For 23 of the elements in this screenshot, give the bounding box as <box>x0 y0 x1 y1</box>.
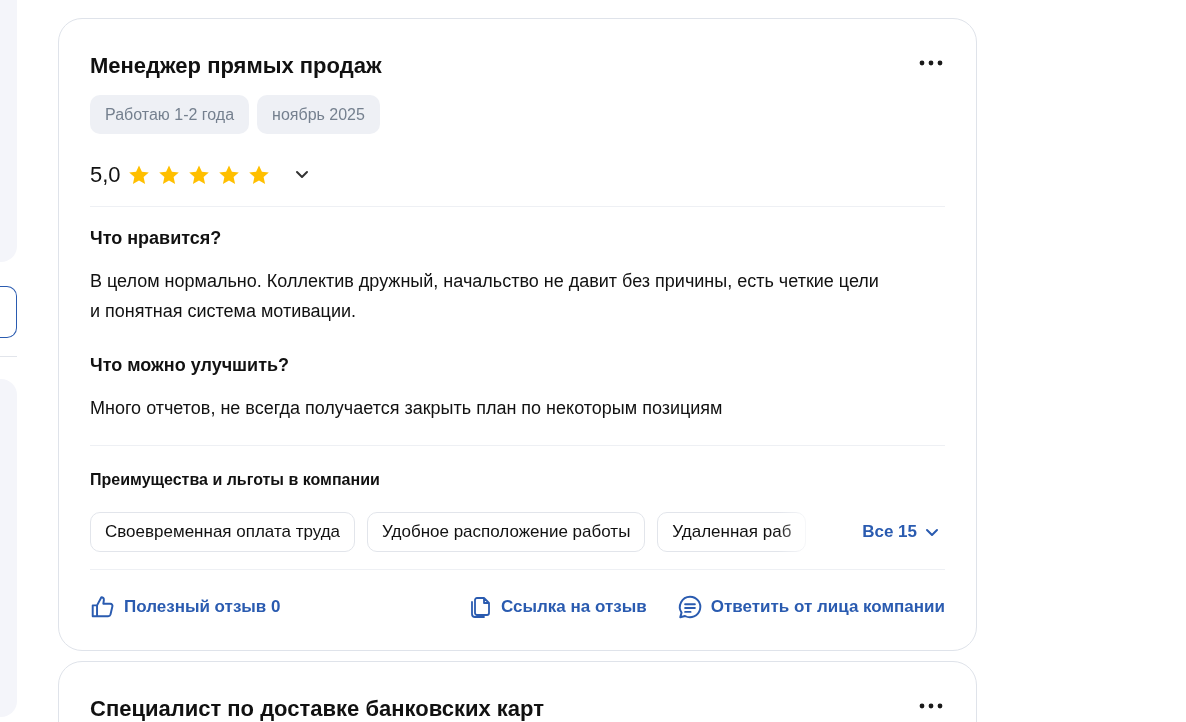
more-icon[interactable] <box>919 59 943 67</box>
review-title: Специалист по доставке банковских карт <box>90 695 544 722</box>
benefit-chip: Удаленная раб <box>657 512 807 552</box>
chevron-down-icon <box>294 170 309 179</box>
chat-icon <box>676 594 703 620</box>
review-tag: ноябрь 2025 <box>257 95 380 134</box>
review-action-link[interactable]: Ответить от лица компании <box>676 594 945 620</box>
show-all-benefits-button[interactable]: Все 15 <box>862 519 945 545</box>
benefits-heading: Преимущества и льготы в компании <box>90 470 381 490</box>
more-icon[interactable] <box>919 702 943 710</box>
review-title: Менеджер прямых продаж <box>90 52 382 80</box>
thumbs-up-icon <box>90 594 116 620</box>
section-heading: Что можно улучшить? <box>90 354 291 377</box>
chevron-down-icon <box>925 527 939 537</box>
benefit-chip: Своевременная оплата труда <box>90 512 356 552</box>
review-action-link[interactable]: Полезный отзыв 0 <box>90 594 281 620</box>
review-action-link[interactable]: Ссылка на отзыв <box>469 594 647 620</box>
section-text: В целом нормально. Коллектив дружный, начальство не давит без причины, есть четкие цели и понятная система мотивации. <box>90 270 880 323</box>
review-tag: Работаю 1-2 года <box>90 95 250 134</box>
rating-value: 5,0 <box>90 161 121 189</box>
section-text: Много отчетов, не всегда получается закрыть план по некоторым позициям <box>90 397 724 420</box>
section-heading: Что нравится? <box>90 227 223 250</box>
benefit-chip: Удобное расположение работы <box>367 512 646 552</box>
